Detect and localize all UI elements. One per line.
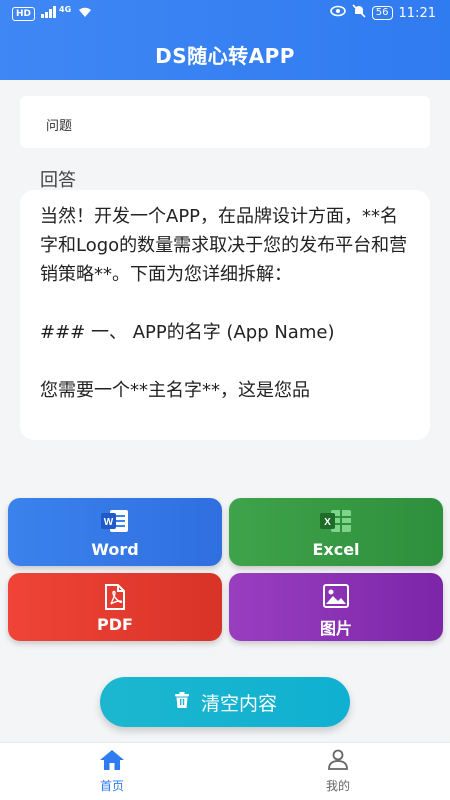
hd-badge: HD xyxy=(12,6,36,21)
home-icon xyxy=(99,750,125,775)
mute-icon xyxy=(352,4,366,22)
word-icon: W xyxy=(100,508,130,538)
bottom-nav: 首页 我的 xyxy=(0,742,450,800)
page-title: DS随心转APP xyxy=(155,44,295,68)
svg-text:X: X xyxy=(324,517,331,528)
clear-content-button[interactable]: 清空内容 xyxy=(100,677,350,727)
answer-text: 当然！开发一个APP，在品牌设计方面，**名字和Logo的数量需求取决于您的发布… xyxy=(40,206,408,401)
wifi-icon xyxy=(77,6,93,21)
status-time: 11:21 xyxy=(398,5,436,21)
svg-text:W: W xyxy=(104,517,114,528)
word-button[interactable]: W Word xyxy=(8,498,222,566)
excel-button[interactable]: X Excel xyxy=(229,498,443,566)
app-header: HD 4G 56 11:21 DS随心转APP xyxy=(0,0,450,80)
pdf-label: PDF xyxy=(97,615,133,634)
answer-label: 回答 xyxy=(40,170,76,191)
image-label: 图片 xyxy=(319,619,352,638)
word-label: Word xyxy=(91,540,139,559)
pdf-button[interactable]: PDF xyxy=(8,573,222,641)
status-bar: HD 4G 56 11:21 xyxy=(0,0,450,26)
user-icon xyxy=(326,749,350,775)
question-field[interactable]: 问题 xyxy=(20,96,430,148)
excel-icon: X xyxy=(319,508,353,538)
trash-icon xyxy=(173,691,191,713)
image-icon xyxy=(322,583,350,613)
nav-home-label: 首页 xyxy=(99,779,124,793)
question-placeholder: 问题 xyxy=(46,119,73,134)
battery-icon: 56 xyxy=(371,6,393,20)
image-button[interactable]: 图片 xyxy=(229,573,443,641)
excel-label: Excel xyxy=(312,540,360,559)
clear-content-label: 清空内容 xyxy=(200,692,277,715)
signal-icon xyxy=(41,6,57,21)
nav-mine-label: 我的 xyxy=(325,779,350,793)
nav-home[interactable]: 首页 xyxy=(72,749,152,794)
nav-mine[interactable]: 我的 xyxy=(298,749,378,794)
network-type: 4G xyxy=(59,5,72,14)
answer-box[interactable]: 当然！开发一个APP，在品牌设计方面，**名字和Logo的数量需求取决于您的发布… xyxy=(20,190,430,440)
eye-icon xyxy=(329,5,346,21)
pdf-icon xyxy=(103,583,127,615)
